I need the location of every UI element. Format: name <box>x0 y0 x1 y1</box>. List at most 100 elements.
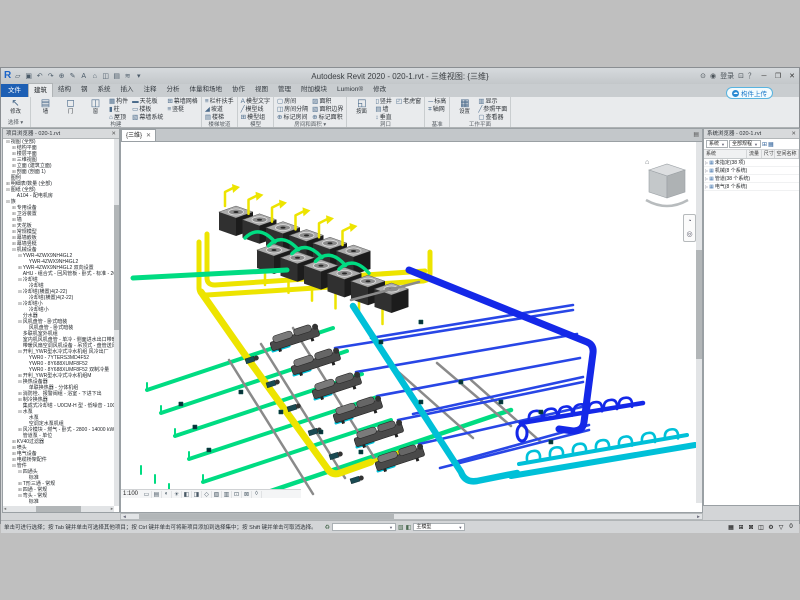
project-browser-vscrollbar[interactable] <box>114 139 119 506</box>
status-icon-2[interactable]: ⊠ <box>747 524 755 531</box>
qat-icon-11[interactable]: ▾ <box>134 72 143 81</box>
qat-icon-1[interactable]: ▣ <box>24 72 33 81</box>
valve[interactable] <box>549 440 553 444</box>
viewbar-icon-2[interactable]: ◐ <box>162 491 172 498</box>
design-options-icon[interactable]: ◧ <box>406 524 412 531</box>
ribbon-button-标高[interactable]: ⏤标高 <box>428 98 446 106</box>
design-option-dropdown[interactable]: 主模型▼ <box>413 523 465 531</box>
tab-体量和场地[interactable]: 体量和场地 <box>185 83 228 97</box>
tab-注释[interactable]: 注释 <box>139 83 162 97</box>
viewbar-icon-4[interactable]: ◧ <box>182 491 192 498</box>
status-icon-5[interactable]: ▽ <box>777 524 785 531</box>
ribbon-button-房间[interactable]: ▢房间 <box>277 98 308 106</box>
status-icon-6[interactable]: 0 <box>787 524 795 530</box>
ribbon-button-轴网[interactable]: ⌗轴网 <box>428 106 446 114</box>
status-icon-4[interactable]: ⚙ <box>767 524 775 531</box>
ribbon-button-栏杆扶手[interactable]: ≡栏杆扶手 <box>205 98 234 106</box>
ribbon-button-垂直[interactable]: ↕垂直 <box>375 114 392 122</box>
tab-分析[interactable]: 分析 <box>162 83 185 97</box>
tab-钢[interactable]: 钢 <box>76 83 93 97</box>
system-row[interactable]: ▷▦机械(8 个系统) <box>704 167 799 175</box>
column-流量[interactable]: 流量 <box>747 150 762 158</box>
view-tab-close-icon[interactable]: ✕ <box>146 130 151 141</box>
pump-unit[interactable] <box>266 379 280 388</box>
valve[interactable] <box>179 402 183 406</box>
editable-only-icon[interactable]: ▧ <box>398 524 404 531</box>
viewbar-icon-1[interactable]: ▤ <box>152 491 162 498</box>
minimize-button[interactable]: ─ <box>759 73 769 80</box>
ribbon-button-老虎窗[interactable]: ◰老虎窗 <box>396 98 421 106</box>
columns-icon[interactable]: ▦ <box>768 141 774 148</box>
viewbar-icon-7[interactable]: ▧ <box>212 491 222 498</box>
drawing-area[interactable]: {三维} ✕ ▤ <box>120 128 703 513</box>
qat-icon-8[interactable]: ◫ <box>101 72 110 81</box>
qat-icon-5[interactable]: ✎ <box>68 72 77 81</box>
valve[interactable] <box>419 400 423 404</box>
ribbon-button-修改[interactable]: ↖修改 <box>4 98 27 115</box>
ribbon-button-房间分隔[interactable]: ◫房间分隔 <box>277 106 308 114</box>
valve[interactable] <box>539 410 543 414</box>
system-row[interactable]: ▷▦未指定(38 项) <box>704 159 799 167</box>
tab-系统[interactable]: 系统 <box>93 83 116 97</box>
qat-icon-7[interactable]: ⌂ <box>90 72 99 81</box>
view-dropdown[interactable]: 系统▼ <box>706 140 728 148</box>
scale-button[interactable]: 1:100 <box>123 491 138 497</box>
qat-icon-2[interactable]: ↶ <box>35 72 44 81</box>
scroll-left-icon[interactable]: ◄ <box>121 514 128 519</box>
autofit-icon[interactable]: ⊞ <box>762 141 767 148</box>
ribbon-button-竖梃[interactable]: ≡竖梃 <box>167 106 197 114</box>
workset-dropdown[interactable]: ▼ <box>332 523 396 531</box>
status-icon-1[interactable]: ⊞ <box>737 524 745 531</box>
canvas-vscrollbar[interactable] <box>696 142 702 503</box>
store-icon[interactable]: ⊡ <box>738 72 744 80</box>
3d-model[interactable] <box>121 142 702 498</box>
valve[interactable] <box>193 425 197 429</box>
system-row[interactable]: ▷▦电气(8 个系统) <box>704 183 799 191</box>
ribbon-button-墙[interactable]: ▤墙 <box>34 98 57 115</box>
discipline-dropdown[interactable]: 全部规程▼ <box>729 140 761 148</box>
project-browser-hscrollbar[interactable]: ◄► <box>3 506 114 512</box>
viewbar-icon-0[interactable]: ▭ <box>142 491 152 498</box>
viewbar-icon-9[interactable]: ⊡ <box>232 491 242 498</box>
chiller-unit[interactable] <box>331 394 385 426</box>
ribbon-button-设置[interactable]: ▦设置 <box>453 98 476 115</box>
close-button[interactable]: ✕ <box>787 72 797 80</box>
worksets-icon[interactable]: ♻ <box>325 524 330 531</box>
ribbon-button-竖井[interactable]: ▯竖井 <box>375 98 392 106</box>
valve[interactable] <box>239 390 243 394</box>
ribbon-button-模型线[interactable]: ╱模型线 <box>241 106 270 114</box>
tab-Lumion®[interactable]: Lumion® <box>332 83 368 97</box>
view-tab-3d[interactable]: {三维} ✕ <box>121 129 156 141</box>
status-icon-3[interactable]: ◫ <box>757 524 765 531</box>
valve[interactable] <box>459 380 463 384</box>
ribbon-button-面积边界[interactable]: ▧面积边界 <box>312 106 343 114</box>
valve[interactable] <box>359 450 363 454</box>
status-icon-0[interactable]: ▦ <box>727 524 735 531</box>
valve[interactable] <box>379 340 383 344</box>
tab-结构[interactable]: 结构 <box>53 83 76 97</box>
restore-button[interactable]: ❐ <box>773 72 783 80</box>
viewbar-icon-8[interactable]: ▥ <box>222 491 232 498</box>
pump-unit[interactable] <box>329 451 343 460</box>
tab-插入[interactable]: 插入 <box>116 83 139 97</box>
ribbon-button-查看器[interactable]: ▢查看器 <box>478 114 507 122</box>
ribbon-button-显示[interactable]: ▥显示 <box>478 98 507 106</box>
ribbon-button-楼梯[interactable]: ▤楼梯 <box>205 114 234 122</box>
ribbon-button-模型文字[interactable]: A模型文字 <box>241 98 270 106</box>
ribbon-button-模型组[interactable]: ⊞模型组 <box>241 114 270 122</box>
system-row[interactable]: ▷▦管道(38 个系统) <box>704 175 799 183</box>
ribbon-button-楼板[interactable]: ▭楼板 <box>132 106 163 114</box>
ribbon-button-按面[interactable]: ◱按面 <box>350 98 373 115</box>
ribbon-button-屋顶[interactable]: ⌂屋顶 <box>109 114 128 122</box>
steering-wheel-icon[interactable]: ◔ <box>687 218 691 225</box>
chiller-unit[interactable] <box>289 346 343 378</box>
column-空间名称[interactable]: 空间名称 <box>775 150 799 158</box>
column-系统[interactable]: 系统 <box>704 150 747 158</box>
system-browser-close-icon[interactable]: ✕ <box>791 129 796 138</box>
view-cube[interactable]: ⌂ <box>644 156 690 208</box>
valve[interactable] <box>207 448 211 452</box>
revit-logo-icon[interactable]: R <box>4 71 11 81</box>
ribbon-button-柱[interactable]: ▮柱 <box>109 106 128 114</box>
ribbon-button-门[interactable]: ◻门 <box>59 98 82 115</box>
tab-附加模块[interactable]: 附加模块 <box>296 83 332 97</box>
